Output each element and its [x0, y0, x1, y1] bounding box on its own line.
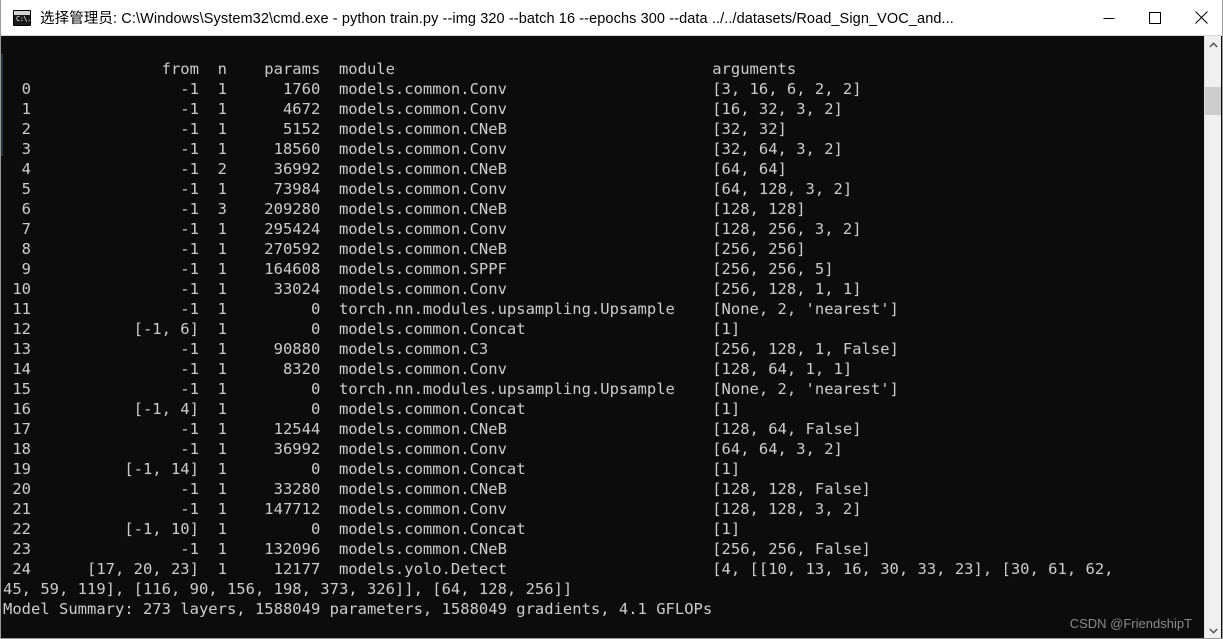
cmd-icon[interactable]: C:\. [13, 9, 31, 26]
vertical-scrollbar[interactable] [1204, 36, 1221, 638]
scroll-down-button[interactable] [1205, 622, 1221, 638]
minimize-icon [1103, 17, 1115, 19]
close-button[interactable] [1178, 0, 1222, 36]
terminal-text: from n params module arguments 0 -1 1 17… [3, 60, 1114, 618]
title-bar[interactable]: C:\. 选择管理员: C:\Windows\System32\cmd.exe … [1, 0, 1222, 36]
chevron-up-icon [1208, 41, 1218, 47]
cmd-window: C:\. 选择管理员: C:\Windows\System32\cmd.exe … [0, 0, 1223, 639]
console-output-area[interactable]: from n params module arguments 0 -1 1 17… [1, 36, 1222, 638]
watermark: CSDN @FriendshipT [1069, 616, 1192, 631]
cmd-icon-label: C:\. [16, 14, 31, 23]
window-controls [1086, 0, 1222, 36]
chevron-down-icon [1208, 628, 1218, 634]
window-title: 选择管理员: C:\Windows\System32\cmd.exe - pyt… [40, 11, 954, 27]
close-icon [1194, 11, 1208, 24]
minimize-button[interactable] [1086, 0, 1132, 36]
maximize-button[interactable] [1132, 0, 1178, 36]
maximize-icon [1149, 11, 1161, 24]
scroll-thumb[interactable] [1205, 87, 1221, 115]
scroll-up-button[interactable] [1205, 36, 1221, 53]
